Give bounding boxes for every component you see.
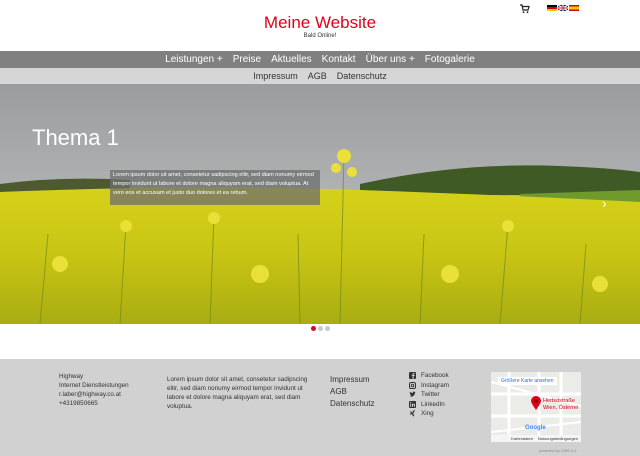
- slider-dot[interactable]: [324, 326, 330, 331]
- sub-navigation: Impressum AGB Datenschutz: [0, 68, 640, 84]
- flag-en-icon[interactable]: [558, 5, 568, 11]
- social-facebook[interactable]: Facebook: [409, 371, 449, 381]
- social-instagram[interactable]: Instagram: [409, 381, 449, 391]
- social-label: Facebook: [421, 372, 449, 379]
- map-terms-link[interactable]: Nutzungsbedingungen: [538, 436, 578, 441]
- instagram-icon: [409, 381, 416, 389]
- footer-link-datenschutz[interactable]: Datenschutz: [330, 398, 374, 410]
- nav-item-fotogalerie[interactable]: Fotogalerie: [425, 54, 475, 65]
- powered-by: powered by CMS 2.0: [539, 448, 577, 453]
- slide-title: Thema 1: [32, 125, 119, 150]
- social-xing[interactable]: Xing: [409, 409, 449, 419]
- slide-caption: Lorem ipsum dolor sit amet, consetetur s…: [110, 170, 320, 205]
- company-tagline: Internet Dienstleistungen: [59, 382, 129, 389]
- google-logo: Google: [525, 425, 546, 431]
- footer-social: Facebook Instagram Twitter LinkedIn Xing: [409, 371, 449, 419]
- social-label: Xing: [421, 410, 434, 417]
- hero-image: [0, 84, 640, 324]
- footer-link-agb[interactable]: AGB: [330, 386, 374, 398]
- map-data-link[interactable]: Kartendaten: [511, 436, 533, 441]
- nav-item-preise[interactable]: Preise: [233, 54, 261, 65]
- flag-de-icon[interactable]: [547, 5, 557, 11]
- map-embed[interactable]: Größere Karte ansehen Herbststraße Wien,…: [491, 372, 581, 442]
- slider-dots: [0, 326, 640, 331]
- company-phone[interactable]: +4319850665: [59, 399, 129, 408]
- xing-icon: [409, 410, 415, 417]
- map-place-city: Wien, Österrei: [543, 405, 579, 411]
- nav-item-aktuelles[interactable]: Aktuelles: [271, 54, 312, 65]
- social-label: LinkedIn: [421, 400, 445, 408]
- map-pin-icon: [531, 396, 541, 410]
- social-twitter[interactable]: Twitter: [409, 390, 449, 400]
- hero-slider[interactable]: Thema 1 Lorem ipsum dolor sit amet, cons…: [0, 84, 640, 324]
- map-larger-button[interactable]: Größere Karte ansehen: [498, 377, 557, 385]
- company-email[interactable]: r.laber@highway.co.at: [59, 390, 129, 399]
- subnav-item-impressum[interactable]: Impressum: [253, 71, 298, 81]
- nav-item-kontakt[interactable]: Kontakt: [322, 54, 356, 65]
- main-navigation: Leistungen + Preise Aktuelles Kontakt Üb…: [0, 51, 640, 68]
- footer-link-impressum[interactable]: Impressum: [330, 374, 374, 386]
- shopping-cart-icon[interactable]: [520, 4, 530, 14]
- slider-dot[interactable]: [310, 326, 316, 331]
- footer-text: Lorem ipsum dolor sit amet, consetetur s…: [167, 376, 308, 410]
- footer: Highway Internet Dienstleistungen r.labe…: [0, 359, 640, 456]
- facebook-icon: [409, 372, 416, 380]
- nav-item-leistungen[interactable]: Leistungen +: [165, 54, 223, 65]
- map-footer: Kartendaten Nutzungsbedingungen: [491, 435, 581, 442]
- map-place-label: Herbststraße Wien, Österrei: [543, 398, 578, 412]
- site-subtitle: Bald Online!: [303, 33, 337, 39]
- site-title[interactable]: Meine Website: [0, 13, 640, 33]
- subnav-item-datenschutz[interactable]: Datenschutz: [337, 71, 387, 81]
- header: Meine Website Bald Online!: [0, 0, 640, 51]
- footer-links: Impressum AGB Datenschutz: [330, 374, 374, 410]
- subnav-item-agb[interactable]: AGB: [308, 71, 327, 81]
- linkedin-icon: [409, 400, 416, 408]
- map-place-street: Herbststraße: [543, 398, 575, 404]
- slider-dot[interactable]: [317, 326, 323, 331]
- slider-next-arrow[interactable]: ›: [602, 195, 607, 211]
- footer-contact: Highway Internet Dienstleistungen r.labe…: [59, 372, 129, 408]
- company-name: Highway: [59, 373, 84, 380]
- flag-es-icon[interactable]: [569, 5, 579, 11]
- language-selector: [547, 5, 579, 11]
- social-linkedin[interactable]: LinkedIn: [409, 400, 449, 410]
- social-label: Instagram: [421, 381, 449, 389]
- nav-item-ueber-uns[interactable]: Über uns +: [366, 54, 415, 65]
- social-label: Twitter: [421, 391, 440, 398]
- twitter-icon: [409, 391, 416, 398]
